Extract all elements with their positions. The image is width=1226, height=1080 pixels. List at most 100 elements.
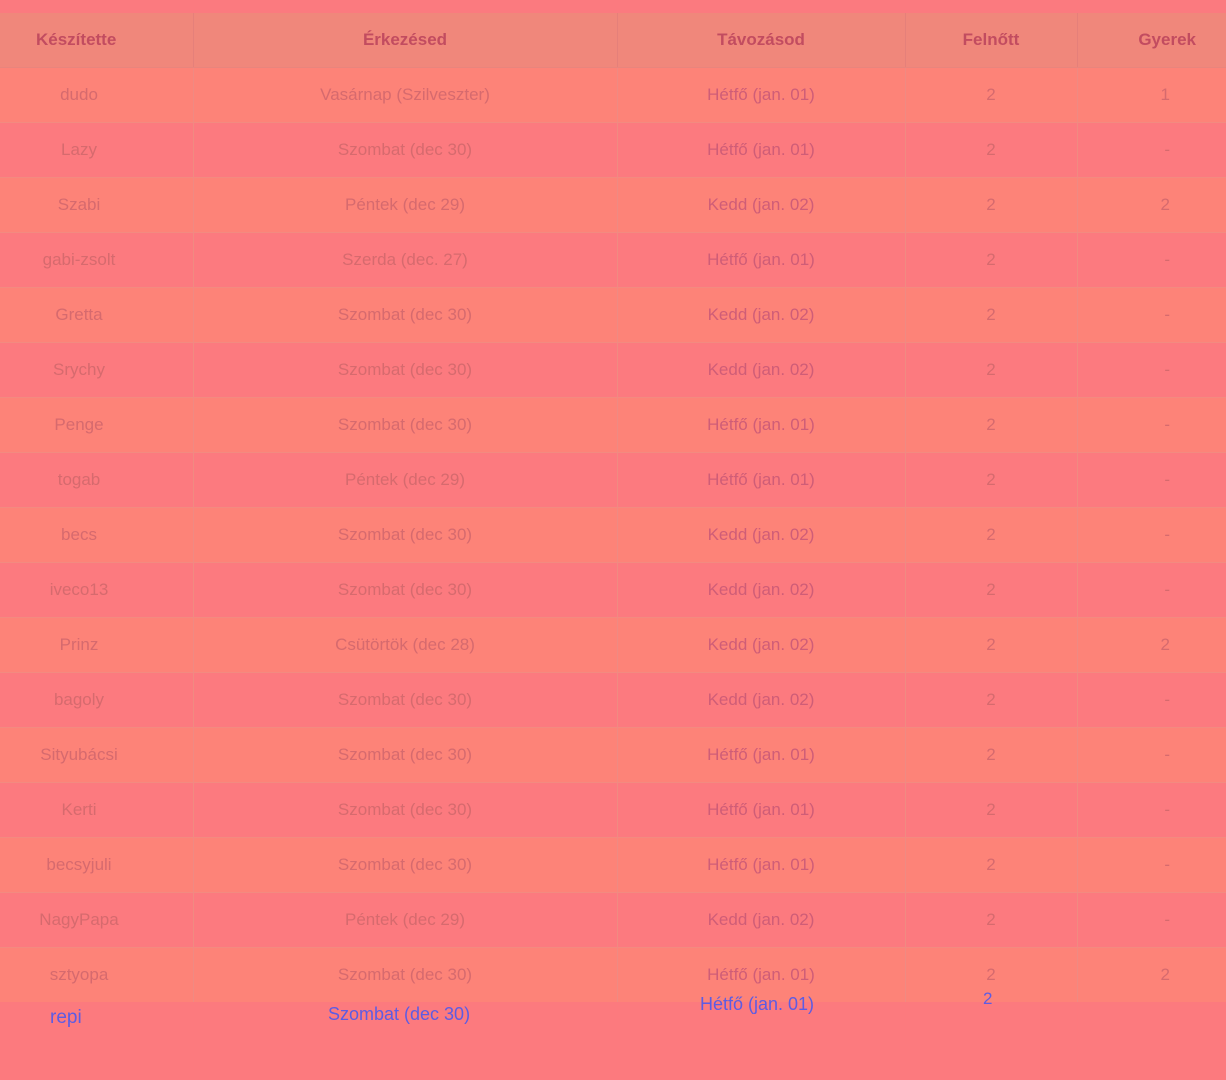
table-row: gabi-zsolt Szerda (dec. 27) Hétfő (jan. 01… (0, 232, 1226, 288)
table-header-row: Készítette Érkezésed Távozásod Felnőtt G… (0, 13, 1226, 68)
table-row: becs Szombat (dec 30) Kedd (jan. 02) 2- (0, 507, 1226, 563)
cell-arrival: Vasárnap (Szilveszter) (193, 67, 618, 123)
cell-user: gabi-zsolt (0, 232, 194, 288)
cell-adults: 2 (905, 122, 1078, 178)
cell-departure: Hétfő (jan. 01) (617, 727, 906, 783)
table-row: NagyPapa Péntek (dec 29) Kedd (jan. 02) 2- (0, 892, 1226, 948)
cell-departure: Kedd (jan. 02) (617, 892, 906, 948)
cell-user-text: Prinz (59, 635, 99, 654)
cell-user-text: NagyPapa (39, 910, 119, 929)
cell-user: Lazy (0, 122, 194, 178)
table-row: Lazy Szombat (dec 30) Hétfő (jan. 01) 2- (0, 122, 1226, 178)
cell-adults: 2 (905, 617, 1078, 673)
cell-user-text: becsyjuli (46, 855, 112, 874)
cell-departure: Hétfő (jan. 01) (617, 782, 906, 838)
cell-departure: Hétfő (jan. 01) (617, 452, 906, 508)
cell-children: 1 (1077, 67, 1226, 123)
cell-arrival: Szombat (dec 30) (193, 287, 618, 343)
cell-user: iveco13 (0, 562, 194, 618)
cell-arrival: Szombat (dec 30) (193, 782, 618, 838)
cell-user: Prinz (0, 617, 194, 673)
header-departure[interactable]: Távozásod (617, 13, 906, 68)
cell-departure: Kedd (jan. 02) (617, 672, 906, 728)
cell-adults: 2 (905, 287, 1078, 343)
cell-arrival: Szombat (dec 30) (193, 672, 618, 728)
cell-departure: Kedd (jan. 02) (617, 287, 906, 343)
cell-arrival: Szombat (dec 30) (193, 342, 618, 398)
cell-user-text: dudo (60, 85, 98, 104)
cell-departure: Kedd (jan. 02) (617, 342, 906, 398)
pending-arrival: Szombat (dec 30) (328, 1004, 471, 1024)
cell-children: - (1077, 122, 1226, 178)
cell-user-text: togab (57, 470, 101, 489)
cell-adults: 2 (905, 837, 1078, 893)
cell-children: - (1077, 837, 1226, 893)
header-adults[interactable]: Felnőtt (905, 13, 1078, 68)
cell-departure: Hétfő (jan. 01) (617, 397, 906, 453)
cell-user-text: bagoly (53, 690, 105, 709)
top-strip (0, 0, 1226, 13)
cell-user-text: gabi-zsolt (42, 250, 116, 269)
cell-user: togab (0, 452, 194, 508)
cell-arrival: Szombat (dec 30) (193, 397, 618, 453)
cell-adults: 2 (905, 67, 1078, 123)
cell-adults: 2 (905, 782, 1078, 838)
cell-arrival: Péntek (dec 29) (193, 452, 618, 508)
cell-departure: Kedd (jan. 02) (617, 562, 906, 618)
cell-user-text: Gretta (55, 305, 103, 324)
table-row: iveco13 Szombat (dec 30) Kedd (jan. 02) 2- (0, 562, 1226, 618)
header-children[interactable]: Gyerek (1077, 13, 1226, 68)
cell-arrival: Péntek (dec 29) (193, 892, 618, 948)
cell-user: becs (0, 507, 194, 563)
cell-children: - (1077, 397, 1226, 453)
cell-user-text: Penge (54, 415, 104, 434)
pending-user: repi (50, 1007, 82, 1028)
cell-children: - (1077, 342, 1226, 398)
cell-adults: 2 (905, 397, 1078, 453)
cell-user-text: Sityubácsi (40, 745, 118, 764)
cell-user: Gretta (0, 287, 194, 343)
cell-adults: 2 (905, 727, 1078, 783)
cell-arrival: Szombat (dec 30) (193, 562, 618, 618)
cell-arrival: Szombat (dec 30) (193, 837, 618, 893)
registrations-table: Készítette Érkezésed Távozásod Felnőtt G… (0, 13, 1226, 1002)
cell-departure: Kedd (jan. 02) (617, 507, 906, 563)
cell-departure: Hétfő (jan. 01) (617, 837, 906, 893)
table-body: dudo Vasárnap (Szilveszter) Hétfő (jan. 01… (0, 67, 1226, 1002)
cell-arrival: Szombat (dec 30) (193, 122, 618, 178)
header-user[interactable]: Készítette (0, 13, 194, 68)
cell-arrival: Péntek (dec 29) (193, 177, 618, 233)
cell-adults: 2 (905, 672, 1078, 728)
cell-children: - (1077, 782, 1226, 838)
table-row: Gretta Szombat (dec 30) Kedd (jan. 02) 2- (0, 287, 1226, 343)
cell-children: - (1077, 562, 1226, 618)
cell-departure: Kedd (jan. 02) (617, 617, 906, 673)
cell-user: Srychy (0, 342, 194, 398)
cell-departure: Hétfő (jan. 01) (617, 122, 906, 178)
cell-adults: 2 (905, 342, 1078, 398)
cell-arrival: Szombat (dec 30) (193, 727, 618, 783)
cell-adults: 2 (905, 452, 1078, 508)
page: Készítette Érkezésed Távozásod Felnőtt G… (0, 0, 1226, 1080)
header-arrival[interactable]: Érkezésed (193, 13, 618, 68)
cell-children: - (1077, 287, 1226, 343)
table-row: dudo Vasárnap (Szilveszter) Hétfő (jan. 01… (0, 67, 1226, 123)
cell-user: Kerti (0, 782, 194, 838)
cell-adults: 2 (905, 177, 1078, 233)
cell-adults: 2 (905, 232, 1078, 288)
cell-children: - (1077, 892, 1226, 948)
cell-children: - (1077, 507, 1226, 563)
cell-user: Szabi (0, 177, 194, 233)
cell-children: - (1077, 232, 1226, 288)
cell-arrival: Szerda (dec. 27) (193, 232, 618, 288)
cell-departure: Hétfő (jan. 01) (617, 232, 906, 288)
cell-departure: Kedd (jan. 02) (617, 177, 906, 233)
table-row: Kerti Szombat (dec 30) Hétfő (jan. 01) 2- (0, 782, 1226, 838)
cell-arrival: Szombat (dec 30) (193, 507, 618, 563)
cell-user-text: iveco13 (49, 580, 109, 599)
pending-adults: 2 (983, 989, 993, 1008)
cell-user: Penge (0, 397, 194, 453)
cell-user-text: becs (61, 525, 97, 544)
cell-user: Sityubácsi (0, 727, 194, 783)
cell-user-text: Srychy (53, 360, 105, 379)
